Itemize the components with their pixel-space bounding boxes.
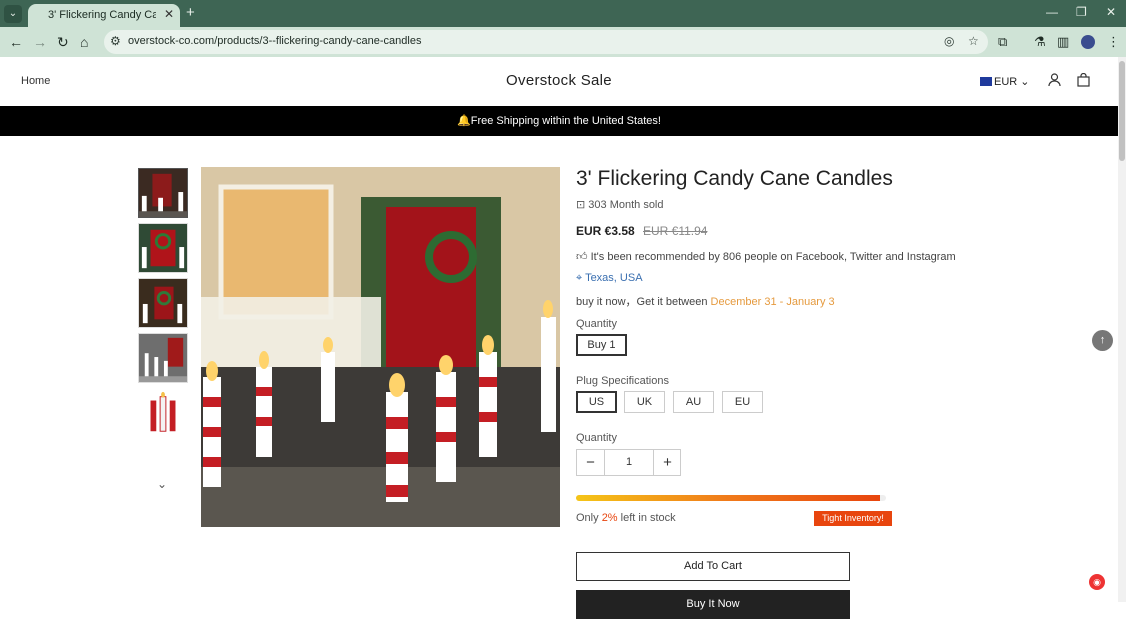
close-window-icon[interactable]: ✕ (1106, 5, 1116, 19)
thumbnail-2[interactable] (138, 223, 188, 273)
plug-spec-label: Plug Specifications (576, 375, 669, 387)
product-photo (201, 167, 560, 527)
quantity-input[interactable]: 1 (604, 450, 654, 475)
buy-now-button[interactable]: Buy It Now (576, 590, 850, 619)
browser-toolbar: ← → ↻ ⌂ ⚙ overstock-co.com/products/3--f… (0, 27, 1126, 57)
chevron-down-icon: ⌄ (1020, 76, 1030, 88)
chevron-down-icon[interactable]: ⌄ (157, 477, 167, 491)
shipping-estimate: buy it now，Get it between December 31 - … (576, 293, 835, 309)
quantity-option-label: Quantity (576, 318, 617, 330)
location-pin-icon: ⌖ (576, 272, 583, 284)
tab-title: 3' Flickering Candy Cane Candles (48, 9, 156, 21)
quantity-stepper: − 1 + (576, 449, 681, 476)
profile-avatar[interactable] (1081, 35, 1095, 49)
location-text: Texas, USA (585, 272, 643, 284)
stock-progress-fill (576, 495, 880, 501)
browser-tab-bar: ⌄ 3' Flickering Candy Cane Candles ✕ + —… (0, 0, 1126, 27)
eu-flag-icon (980, 77, 992, 86)
browser-tab[interactable]: 3' Flickering Candy Cane Candles ✕ (28, 4, 180, 27)
location: ⌖ Texas, USA (576, 272, 643, 285)
scroll-to-top-icon[interactable]: ↑ (1092, 330, 1113, 351)
original-price: EUR €11.94 (643, 224, 708, 238)
product-main-image[interactable] (201, 167, 560, 527)
thumbnail-image (139, 389, 187, 437)
announcement-bar: 🔔Free Shipping within the United States! (0, 106, 1118, 136)
home-icon[interactable]: ⌂ (80, 34, 88, 50)
shipping-prefix: buy it now，Get it between (576, 296, 708, 308)
option-buy-1[interactable]: Buy 1 (576, 334, 627, 356)
plug-option-us[interactable]: US (576, 391, 617, 413)
restore-icon[interactable]: ❐ (1076, 5, 1087, 19)
shipping-dates: December 31 - January 3 (710, 296, 835, 308)
sidepanel-icon[interactable]: ▥ (1057, 34, 1069, 50)
new-tab-icon[interactable]: + (186, 4, 195, 21)
tight-inventory-badge: Tight Inventory! (814, 511, 892, 526)
back-icon[interactable]: ← (9, 34, 23, 50)
product-title: 3' Flickering Candy Cane Candles (576, 167, 893, 190)
thumbnail-image (139, 169, 187, 217)
stock-suffix: left in stock (620, 512, 676, 524)
thumbnail-image (139, 224, 187, 272)
add-to-cart-button[interactable]: Add To Cart (576, 552, 850, 581)
sale-price: EUR €3.58 (576, 224, 635, 238)
plug-option-uk[interactable]: UK (624, 391, 665, 413)
sold-text: 303 Month sold (588, 199, 664, 211)
close-tab-icon[interactable]: ✕ (164, 7, 174, 21)
bookmark-star-icon[interactable]: ☆ (968, 34, 979, 48)
thumbnail-image (139, 279, 187, 327)
quantity-label: Quantity (576, 432, 617, 444)
thumbnail-5[interactable] (138, 388, 188, 438)
menu-dots-icon[interactable]: ⋮ (1107, 34, 1120, 50)
plug-option-eu[interactable]: EU (722, 391, 763, 413)
shop-bag-icon: ⊡ (576, 199, 586, 211)
thumbnail-3[interactable] (138, 278, 188, 328)
thumbs-up-icon: 👍︎ (576, 251, 588, 263)
extensions-icon[interactable]: ⧉ (998, 34, 1007, 50)
stock-text: Only 2% left in stock (576, 512, 676, 524)
thumbnail-4[interactable] (138, 333, 188, 383)
recommendation-text: It's been recommended by 806 people on F… (590, 251, 956, 263)
tab-search-icon[interactable]: ⌄ (4, 5, 22, 23)
decrease-quantity-button[interactable]: − (577, 450, 604, 475)
plug-option-au[interactable]: AU (673, 391, 714, 413)
lab-icon[interactable]: ⚗ (1034, 34, 1046, 50)
url-text: overstock-co.com/products/3--flickering-… (128, 35, 422, 47)
page-scrollbar[interactable] (1118, 57, 1126, 602)
minimize-icon[interactable]: — (1046, 5, 1058, 19)
web-page: Home Overstock Sale EUR ⌄ 🔔Free Shipping… (0, 57, 1118, 619)
reload-icon[interactable]: ↻ (57, 34, 69, 51)
site-info-icon[interactable]: ⚙ (110, 34, 121, 48)
currency-selector[interactable]: EUR ⌄ (980, 75, 1030, 88)
thumbnail-1[interactable] (138, 168, 188, 218)
stock-percent: 2% (601, 512, 618, 524)
stock-prefix: Only (576, 512, 599, 524)
address-bar[interactable]: ⚙ overstock-co.com/products/3--flickerin… (104, 30, 988, 54)
forward-icon[interactable]: → (33, 34, 47, 50)
chat-widget-icon[interactable]: ◉ (1089, 574, 1105, 590)
thumbnail-image (139, 334, 187, 382)
recommendation: 👍︎ It's been recommended by 806 people o… (576, 250, 956, 263)
stock-progress-bar (576, 495, 886, 501)
eye-off-icon[interactable]: ◎ (944, 34, 954, 48)
sold-count: ⊡ 303 Month sold (576, 198, 664, 211)
site-logo[interactable]: Overstock Sale (0, 72, 1118, 89)
scrollbar-thumb[interactable] (1119, 61, 1125, 161)
increase-quantity-button[interactable]: + (654, 450, 681, 475)
currency-label: EUR (994, 76, 1018, 88)
account-icon[interactable] (1048, 73, 1061, 90)
cart-icon[interactable] (1077, 72, 1090, 90)
